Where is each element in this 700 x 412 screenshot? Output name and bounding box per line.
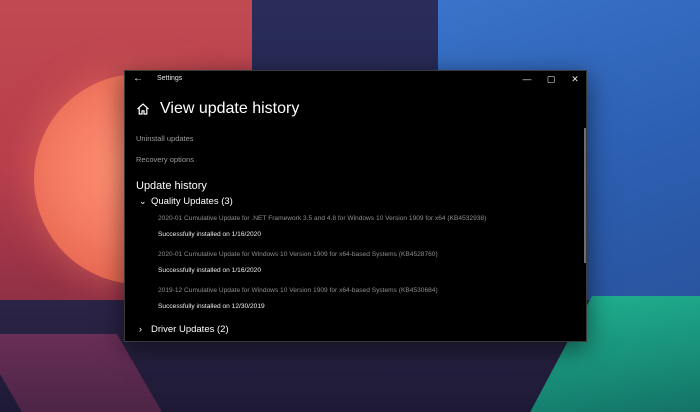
recovery-options-link[interactable]: Recovery options xyxy=(136,155,194,165)
uninstall-updates-link[interactable]: Uninstall updates xyxy=(136,134,194,144)
title-bar: ← Settings — ▢ ✕ xyxy=(125,71,586,88)
update-status: Successfully installed on 1/16/2020 xyxy=(158,267,262,274)
update-status: Successfully installed on 1/16/2020 xyxy=(158,231,262,238)
driver-updates-group[interactable]: › Driver Updates (2) xyxy=(139,323,229,336)
back-arrow-icon[interactable]: ← xyxy=(131,73,145,85)
driver-updates-label: Driver Updates (2) xyxy=(151,324,229,335)
maximize-button[interactable]: ▢ xyxy=(540,72,562,87)
update-name-link[interactable]: 2020-01 Cumulative Update for Windows 10… xyxy=(158,250,578,259)
update-history-heading: Update history xyxy=(136,180,207,192)
home-icon xyxy=(137,103,149,115)
chevron-down-icon: ⌄ xyxy=(139,196,147,206)
page-title: View update history xyxy=(160,100,300,117)
update-name-link[interactable]: 2020-01 Cumulative Update for .NET Frame… xyxy=(158,214,578,223)
update-list-item: 2019-12 Cumulative Update for Windows 10… xyxy=(158,286,578,311)
settings-window: ← Settings — ▢ ✕ View update history Uni… xyxy=(124,70,587,342)
update-name-link[interactable]: 2019-12 Cumulative Update for Windows 10… xyxy=(158,286,578,295)
update-status: Successfully installed on 12/30/2019 xyxy=(158,303,265,310)
quality-updates-label: Quality Updates (3) xyxy=(151,196,233,207)
chevron-right-icon: › xyxy=(139,324,142,334)
update-list-item: 2020-01 Cumulative Update for .NET Frame… xyxy=(158,214,578,239)
quality-updates-group[interactable]: ⌄ Quality Updates (3) xyxy=(139,195,233,208)
window-title: Settings xyxy=(157,75,183,82)
close-button[interactable]: ✕ xyxy=(564,72,586,87)
scrollbar[interactable] xyxy=(584,128,586,263)
minimize-button[interactable]: — xyxy=(516,72,538,87)
update-list-item: 2020-01 Cumulative Update for Windows 10… xyxy=(158,250,578,275)
